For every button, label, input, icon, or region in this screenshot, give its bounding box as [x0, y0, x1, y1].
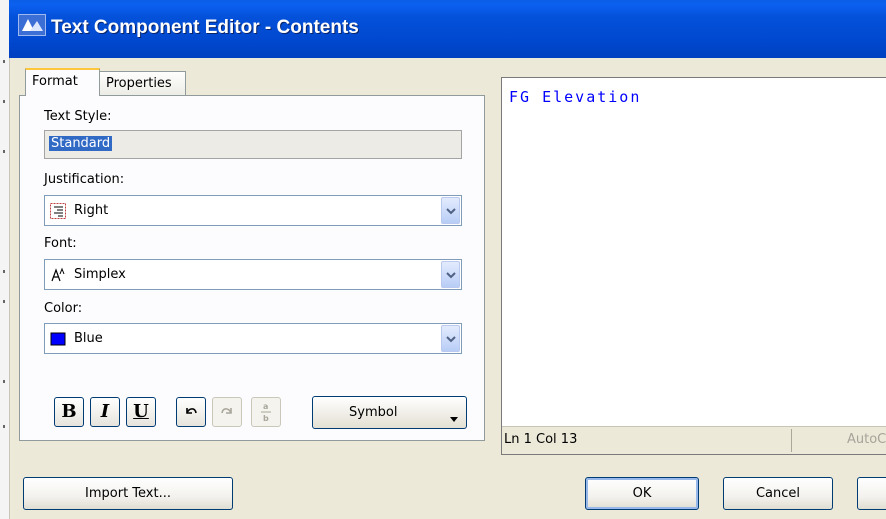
app-icon — [18, 14, 46, 36]
stack-fraction-icon: ab — [261, 402, 271, 423]
chevron-down-icon[interactable] — [441, 325, 460, 352]
text-editor[interactable]: FG Elevation Ln 1 Col 13 AutoC — [501, 77, 886, 455]
cursor-position: Ln 1 Col 13 — [504, 432, 578, 447]
title-bar[interactable]: Text Component Editor - Contents — [9, 0, 886, 58]
redo-icon — [221, 408, 232, 414]
italic-button[interactable]: I — [90, 397, 120, 427]
justification-value: Right — [74, 203, 109, 218]
svg-text:b: b — [263, 414, 269, 423]
justification-dropdown[interactable]: Right — [44, 195, 462, 226]
symbol-label: Symbol — [349, 405, 398, 420]
tab-properties[interactable]: Properties — [99, 71, 186, 97]
editor-status-bar: Ln 1 Col 13 AutoC — [502, 426, 886, 454]
stack-button[interactable]: ab — [251, 397, 281, 427]
color-label: Color: — [44, 301, 83, 316]
cancel-button[interactable]: Cancel — [723, 477, 833, 510]
text-style-value: Standard — [49, 136, 113, 151]
chevron-down-icon[interactable] — [441, 197, 460, 224]
color-dropdown[interactable]: Blue — [44, 323, 462, 354]
symbol-button[interactable]: Symbol — [312, 396, 467, 429]
chevron-down-icon[interactable] — [441, 261, 460, 288]
tab-format[interactable]: Format — [25, 68, 100, 96]
color-swatch — [50, 331, 66, 347]
ok-button[interactable]: OK — [585, 477, 699, 510]
color-value: Blue — [74, 331, 103, 346]
justify-right-icon — [50, 203, 66, 219]
text-style-label: Text Style: — [44, 109, 112, 124]
font-value: Simplex — [74, 267, 126, 282]
window-title: Text Component Editor - Contents — [51, 17, 359, 38]
justification-label: Justification: — [44, 172, 125, 187]
bold-button[interactable]: B — [54, 397, 84, 427]
undo-icon — [186, 408, 197, 414]
undo-button[interactable] — [176, 397, 206, 427]
background-window-edge — [0, 0, 10, 519]
editor-content[interactable]: FG Elevation — [509, 88, 641, 106]
autocaps-status: AutoC — [847, 432, 886, 447]
font-label: Font: — [44, 236, 77, 251]
import-text-button[interactable]: Import Text... — [23, 477, 233, 510]
caret-down-icon — [450, 411, 458, 426]
redo-button[interactable] — [212, 397, 242, 427]
help-button[interactable] — [857, 477, 886, 510]
underline-button[interactable]: U — [126, 397, 156, 427]
text-style-field[interactable]: Standard — [44, 130, 462, 159]
status-divider — [791, 429, 792, 452]
font-dropdown[interactable]: Simplex — [44, 259, 462, 290]
svg-text:a: a — [263, 402, 268, 411]
font-icon — [50, 267, 66, 283]
